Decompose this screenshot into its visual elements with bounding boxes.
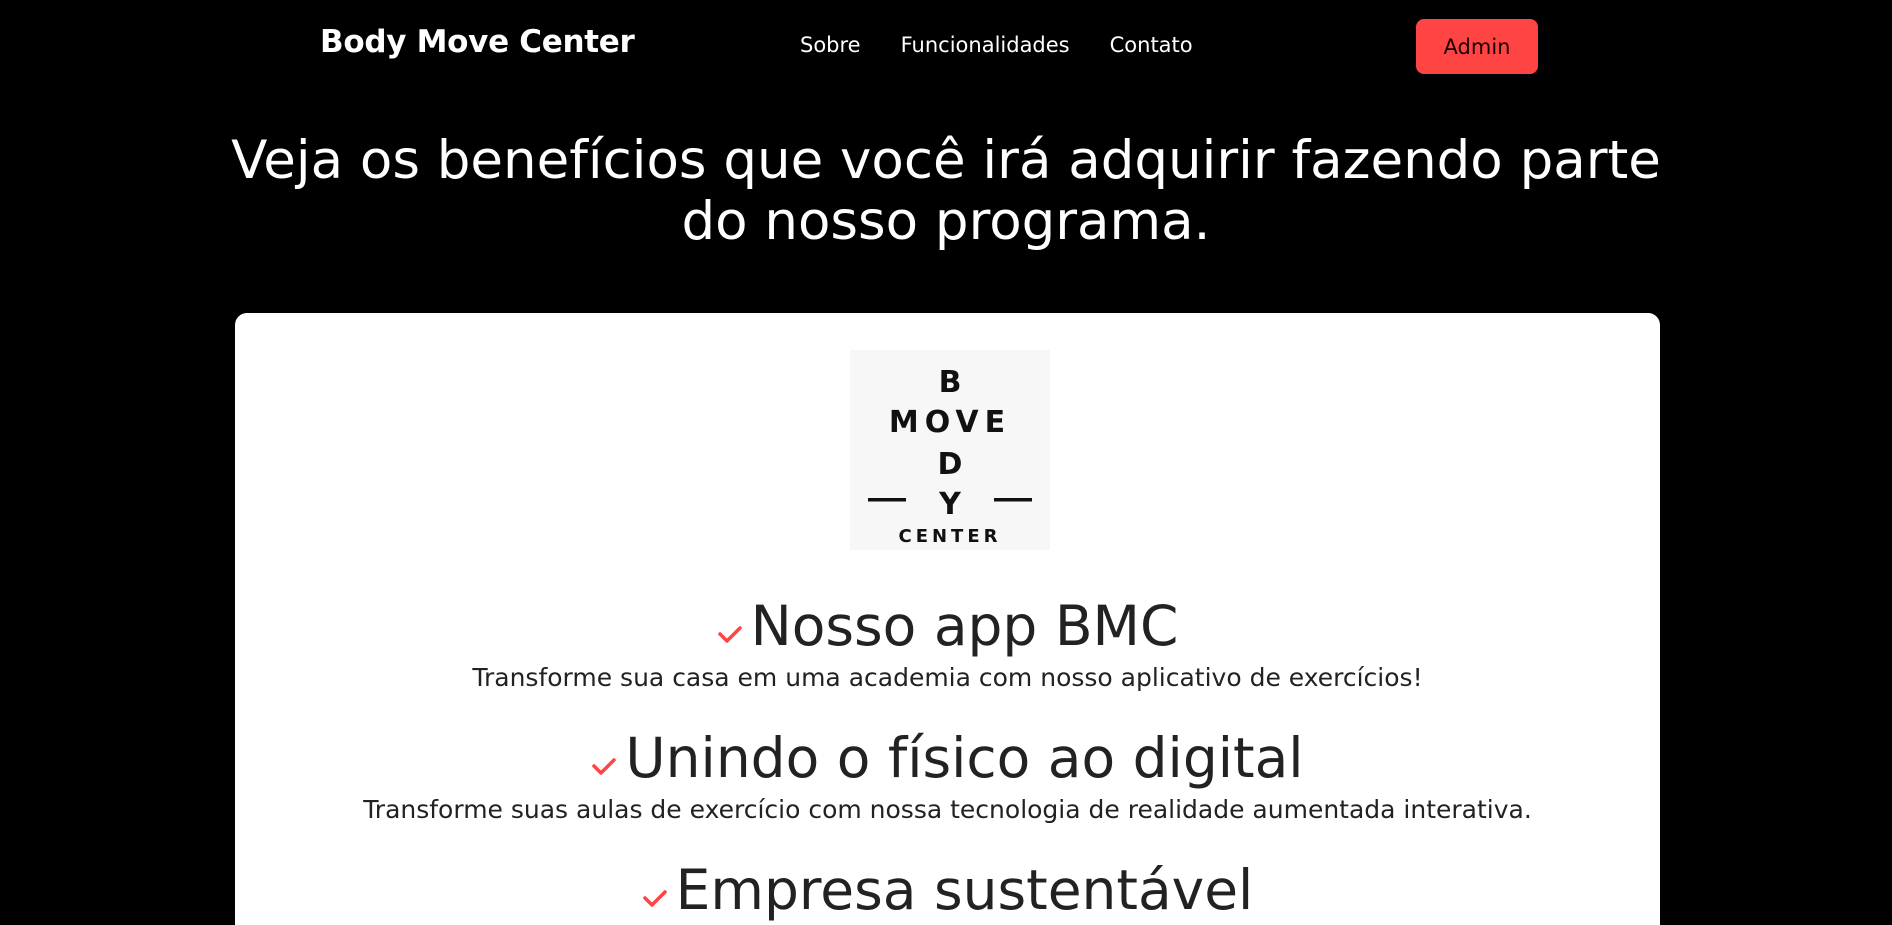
feature-description: Transforme sua casa em uma academia com … (472, 663, 1423, 692)
feature-title: Empresa sustentável (642, 858, 1254, 922)
feature-title: Unindo o físico ao digital (591, 726, 1304, 790)
page: Body Move Center Sobre Funcionalidades C… (0, 0, 1892, 925)
brand-logo-text[interactable]: Body Move Center (320, 24, 635, 60)
check-icon (642, 890, 667, 907)
logo-graphic: B MOVE D Y CENTER (868, 365, 1032, 547)
admin-button[interactable]: Admin (1416, 19, 1538, 74)
feature-item: Unindo o físico ao digital Transforme su… (235, 727, 1660, 824)
check-icon (592, 758, 617, 775)
feature-description: Transforme suas aulas de exercício com n… (363, 795, 1532, 824)
check-icon (717, 626, 742, 643)
body-move-center-logo: B MOVE D Y CENTER (850, 350, 1050, 550)
nav-link-funcionalidades[interactable]: Funcionalidades (901, 33, 1070, 57)
feature-item: Nosso app BMC Transforme sua casa em uma… (235, 595, 1660, 692)
logo-letter-y: Y (938, 487, 962, 522)
logo-word-move: MOVE (889, 405, 1011, 440)
feature-title-text: Nosso app BMC (750, 594, 1179, 658)
benefits-card: B MOVE D Y CENTER Nosso app BMC Transfor… (235, 313, 1660, 925)
logo-letter-d: D (938, 447, 963, 482)
nav-links: Sobre Funcionalidades Contato (800, 33, 1193, 57)
logo-left-dash (868, 498, 906, 502)
feature-title-text: Empresa sustentável (675, 858, 1254, 922)
hero-title: Veja os benefícios que você irá adquirir… (231, 130, 1661, 252)
logo-word-center: CENTER (898, 526, 1001, 547)
nav-link-sobre[interactable]: Sobre (800, 33, 861, 57)
feature-title: Nosso app BMC (717, 594, 1179, 658)
nav-link-contato[interactable]: Contato (1110, 33, 1193, 57)
feature-title-text: Unindo o físico ao digital (625, 726, 1304, 790)
logo-letter-b: B (939, 365, 962, 400)
navbar: Body Move Center Sobre Funcionalidades C… (0, 0, 1892, 94)
feature-item: Empresa sustentável (235, 859, 1660, 925)
logo-right-dash (994, 498, 1032, 502)
